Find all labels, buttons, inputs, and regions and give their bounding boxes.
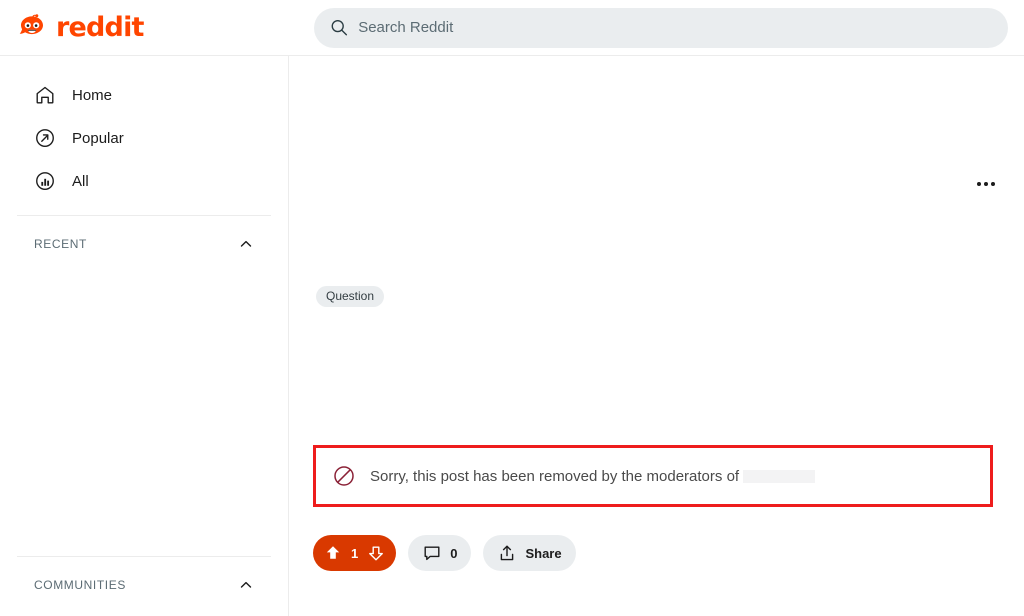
share-icon <box>501 545 514 561</box>
reddit-home-logo[interactable]: reddit <box>16 12 288 44</box>
section-title: COMMUNITIES <box>34 578 126 592</box>
chevron-up-icon <box>240 240 252 247</box>
sidebar-item-all[interactable]: All <box>12 161 276 201</box>
comment-count: 0 <box>450 545 458 561</box>
top-header: reddit <box>0 0 1024 56</box>
prohibited-icon <box>334 466 354 486</box>
chevron-up-icon <box>240 581 252 588</box>
reddit-snoo-icon <box>19 13 43 34</box>
sidebar-section-communities[interactable]: COMMUNITIES <box>12 567 276 603</box>
sidebar-item-label: Home <box>72 86 113 104</box>
left-sidebar: Home Popular All RECENT COMMUNITIES <box>0 56 289 616</box>
all-bars-icon <box>36 172 54 190</box>
share-label: Share <box>525 545 562 561</box>
removal-message: Sorry, this post has been removed by the… <box>370 468 816 485</box>
comments-button[interactable]: 0 <box>408 535 472 571</box>
search-bar[interactable] <box>314 7 1008 48</box>
post-main-content: Question Sorry, this post has been remov… <box>289 56 1024 616</box>
sidebar-item-label: All <box>72 172 89 190</box>
dot <box>977 182 981 186</box>
popular-arrow-icon <box>36 129 54 147</box>
communities-block: COMMUNITIES <box>0 542 288 603</box>
sidebar-section-recent[interactable]: RECENT <box>12 226 276 262</box>
sidebar-divider <box>17 556 271 557</box>
reddit-wordmark: reddit <box>56 12 144 43</box>
page-body: Home Popular All RECENT COMMUNITIES Ques… <box>0 56 1024 616</box>
post-flair[interactable]: Question <box>316 286 385 307</box>
overflow-menu-icon[interactable] <box>970 168 1002 200</box>
reddit-post-page: reddit Home <box>0 0 1024 616</box>
vote-control[interactable]: 1 <box>313 535 397 571</box>
dot <box>991 182 995 186</box>
sidebar-item-popular[interactable]: Popular <box>12 118 276 158</box>
post-removal-banner: Sorry, this post has been removed by the… <box>313 445 993 507</box>
search-input[interactable] <box>358 19 992 36</box>
vote-count: 1 <box>351 545 359 561</box>
section-title: RECENT <box>34 237 87 251</box>
sidebar-item-label: Popular <box>72 129 124 147</box>
post-action-bar: 1 0 Share <box>313 535 576 571</box>
home-icon <box>36 86 54 104</box>
upvote-arrow-icon[interactable] <box>323 543 343 563</box>
sidebar-divider <box>17 215 271 216</box>
sidebar-item-home[interactable]: Home <box>12 75 276 115</box>
dot <box>984 182 988 186</box>
search-icon <box>331 19 348 36</box>
redacted-subreddit-name <box>743 470 816 484</box>
downvote-arrow-icon[interactable] <box>366 543 386 563</box>
share-button[interactable]: Share <box>483 535 576 571</box>
comment-bubble-icon <box>424 546 440 561</box>
